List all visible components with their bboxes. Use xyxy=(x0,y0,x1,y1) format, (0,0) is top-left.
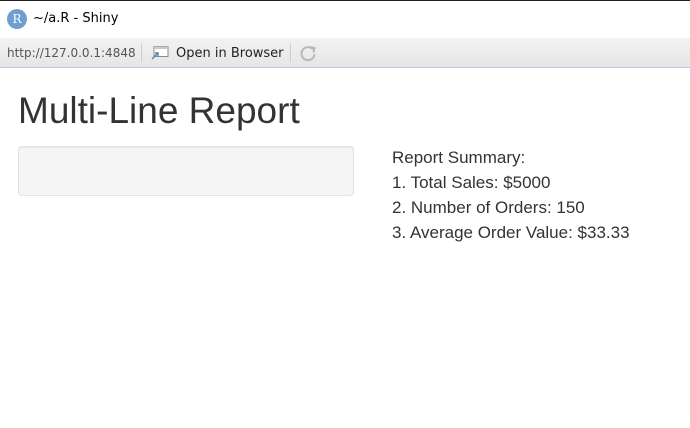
open-in-browser-button[interactable]: Open in Browser xyxy=(150,43,284,63)
report-summary: Report Summary: 1. Total Sales: $5000 2.… xyxy=(392,148,630,248)
url-display: http://127.0.0.1:4848 xyxy=(7,46,136,60)
toolbar-separator xyxy=(141,44,142,62)
open-in-browser-label: Open in Browser xyxy=(176,45,284,61)
summary-heading: Report Summary: xyxy=(392,148,526,167)
summary-line: 1. Total Sales: $5000 xyxy=(392,173,551,192)
window-titlebar: R ~/a.R - Shiny xyxy=(0,0,690,38)
r-logo-icon: R xyxy=(7,9,27,29)
window-title: ~/a.R - Shiny xyxy=(33,11,119,26)
summary-line: 2. Number of Orders: 150 xyxy=(392,198,585,217)
viewer-toolbar: http://127.0.0.1:4848 Open in Browser xyxy=(0,38,690,68)
refresh-icon[interactable] xyxy=(298,43,318,63)
summary-line: 3. Average Order Value: $33.33 xyxy=(392,223,630,242)
toolbar-separator xyxy=(290,44,291,62)
open-in-browser-icon xyxy=(150,45,170,61)
sidebar-panel xyxy=(18,146,354,196)
page-title: Multi-Line Report xyxy=(18,90,300,131)
